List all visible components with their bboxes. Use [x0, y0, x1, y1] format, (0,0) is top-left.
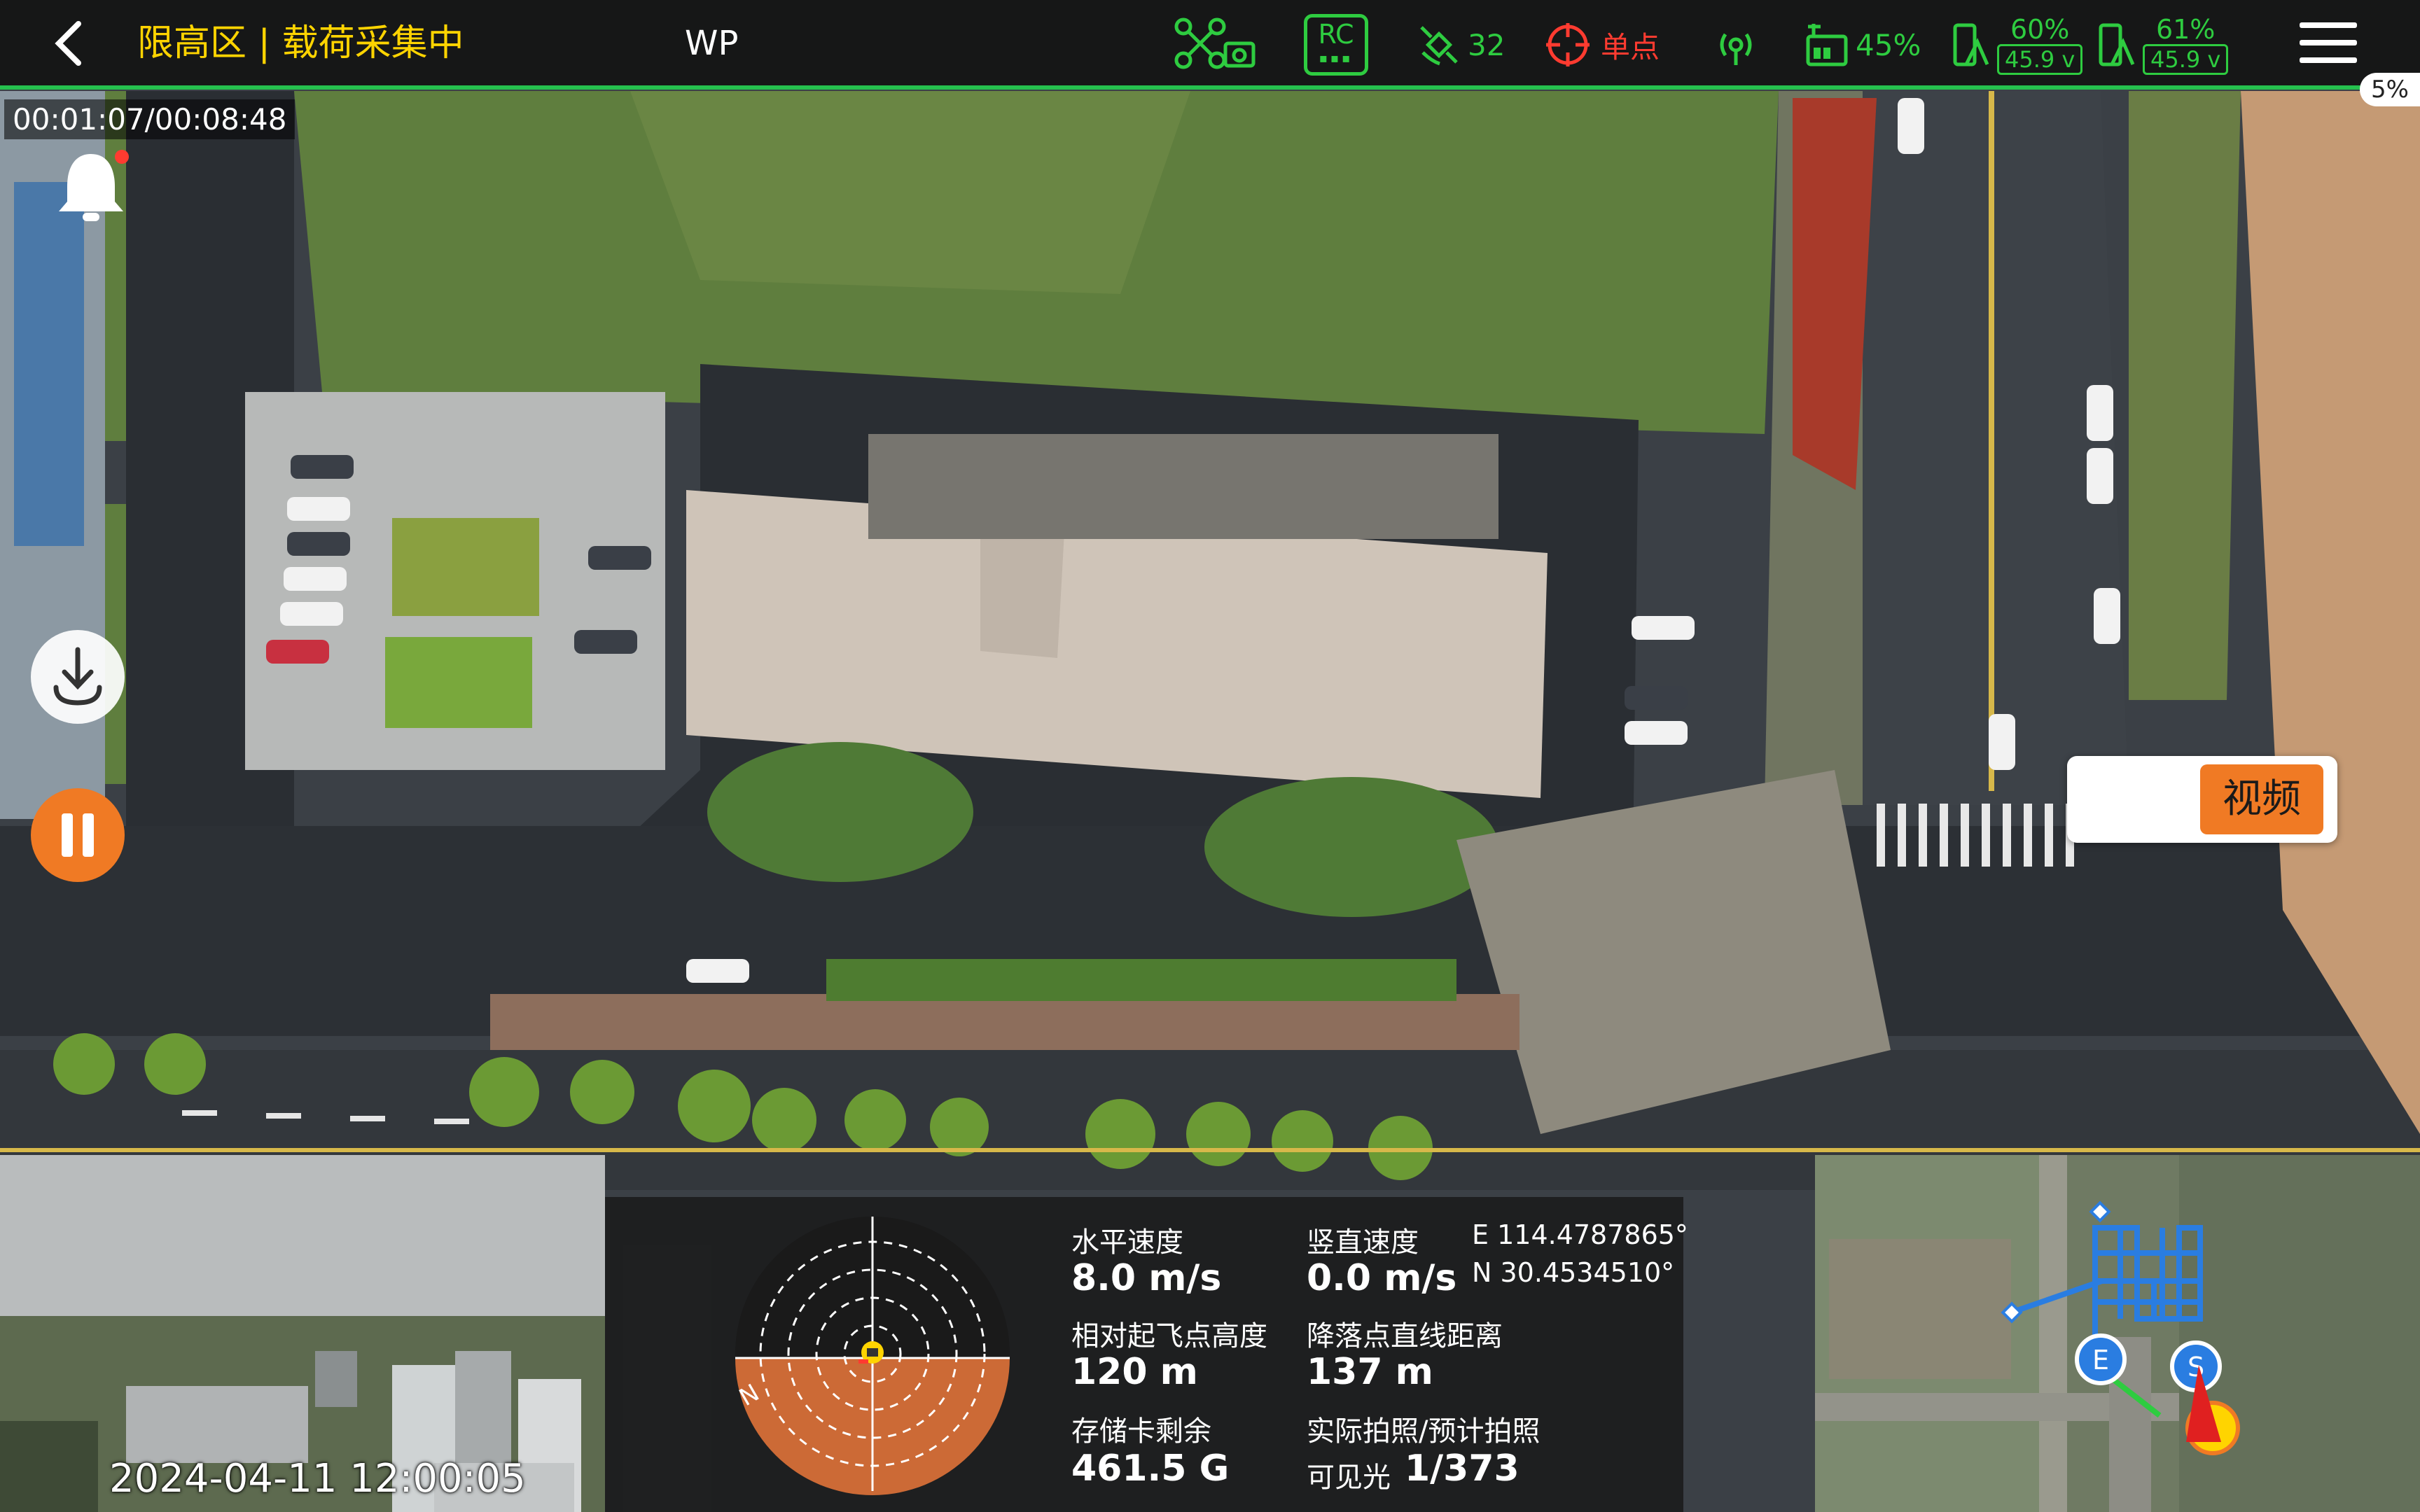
zone-status-title: 限高区 | 载荷采集中: [137, 22, 464, 64]
battery-left-readout: 60% 45.9 v: [1997, 14, 2083, 75]
signal-icon: [1720, 33, 1752, 65]
mission-progress-bar: [0, 85, 2420, 90]
battery-left-status[interactable]: 60% 45.9 v: [1949, 10, 2083, 80]
mini-map[interactable]: E S: [1815, 1155, 2420, 1512]
landing-distance-value: 137 m: [1307, 1351, 1433, 1393]
relative-altitude-value: 120 m: [1071, 1351, 1198, 1393]
rc-status[interactable]: RC ▪▪▪: [1304, 10, 1368, 80]
satellite-icon: [1420, 26, 1458, 66]
drone-camera-status[interactable]: [1174, 10, 1258, 80]
drone-flight-screen: 限高区 | 载荷采集中 WP RC ▪▪▪ 32 单点 45% 60% 45.9…: [0, 0, 2420, 1512]
longitude-readout: E 114.4787865°: [1472, 1219, 1688, 1250]
pip-timestamp: 2024-04-11 12:00:05: [109, 1456, 526, 1502]
latitude-readout: N 30.4534510°: [1472, 1257, 1675, 1288]
pause-icon: [62, 813, 94, 857]
relative-altitude-label: 相对起飞点高度: [1071, 1320, 1267, 1352]
horizontal-speed-label: 水平速度: [1071, 1226, 1183, 1259]
battery-left-volt: 45.9 v: [1997, 44, 2083, 75]
photo-count-label: 实际拍照/预计拍照: [1307, 1415, 1541, 1448]
return-home-icon: [53, 647, 102, 706]
mission-start-label: E: [2092, 1345, 2109, 1376]
horizontal-speed-value: 8.0 m/s: [1071, 1257, 1222, 1299]
mission-progress-badge: 5%: [2360, 73, 2420, 106]
bell-icon[interactable]: [49, 144, 133, 228]
remote-battery-icon: [2099, 23, 2135, 66]
photo-count-value: 1/373: [1405, 1448, 1520, 1490]
drone-camera-icon: [1174, 18, 1256, 69]
battery-right-volt: 45.9 v: [2143, 44, 2229, 75]
signal-status[interactable]: [1713, 10, 1759, 80]
photo-mode: 可见光: [1307, 1462, 1391, 1494]
gnss-status[interactable]: 32: [1416, 10, 1505, 80]
battery-right-status[interactable]: 61% 45.9 v: [2095, 10, 2229, 80]
drone-battery-pct: 45%: [1856, 27, 1921, 62]
remote-battery-icon: [1953, 23, 1989, 66]
pause-mission-button[interactable]: [31, 788, 125, 882]
battery-left-pct: 60%: [2010, 14, 2070, 45]
storage-value: 461.5 G: [1071, 1448, 1230, 1490]
menu-icon[interactable]: [2297, 18, 2360, 67]
rc-label: RC: [1318, 19, 1354, 50]
video-toggle-label: 视频: [2200, 764, 2323, 834]
landing-distance-label: 降落点直线距离: [1307, 1320, 1503, 1352]
vertical-speed-value: 0.0 m/s: [1307, 1257, 1457, 1299]
back-arrow-icon[interactable]: [42, 15, 98, 71]
drone-battery-icon: [1806, 24, 1848, 66]
storage-label: 存储卡剩余: [1071, 1415, 1211, 1448]
drone-battery-status[interactable]: 45%: [1804, 10, 1921, 80]
rc-icon: RC ▪▪▪: [1304, 14, 1368, 76]
battery-right-readout: 61% 45.9 v: [2143, 14, 2229, 75]
top-status-bar: 限高区 | 载荷采集中 WP RC ▪▪▪ 32 单点 45% 60% 45.9…: [0, 0, 2420, 88]
positioning-status[interactable]: 单点: [1545, 10, 1660, 80]
waypoint-mode-label: WP: [685, 24, 739, 63]
vertical-speed-label: 竖直速度: [1307, 1226, 1419, 1259]
battery-right-pct: 61%: [2155, 14, 2216, 45]
attitude-radar: N: [735, 1217, 1010, 1495]
satellite-count: 32: [1468, 27, 1505, 62]
return-home-button[interactable]: [31, 630, 125, 724]
crosshair-icon: [1546, 23, 1590, 66]
flight-timer: 00:01:07/00:08:48: [4, 99, 295, 139]
video-toggle[interactable]: 视频: [2067, 756, 2337, 843]
positioning-mode: 单点: [1601, 29, 1660, 64]
